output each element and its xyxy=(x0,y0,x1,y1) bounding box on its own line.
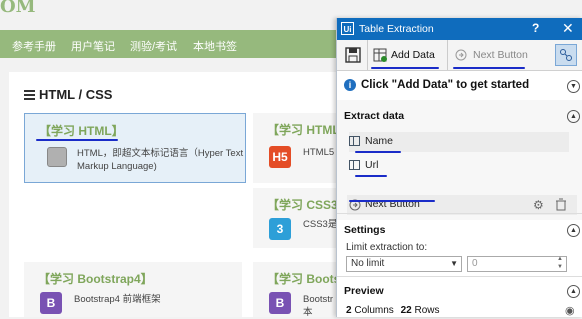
limit-label: Limit extraction to: xyxy=(346,242,428,253)
list-icon xyxy=(24,90,35,100)
preview-header: Preview xyxy=(344,285,384,297)
chevron-up-icon[interactable]: ▲ xyxy=(567,285,580,298)
annotation-underline xyxy=(355,175,387,177)
gear-icon[interactable]: ⚙ xyxy=(533,198,544,212)
save-icon[interactable] xyxy=(345,47,361,63)
panel-title: Table Extraction xyxy=(359,23,434,35)
help-button[interactable]: ? xyxy=(532,21,539,35)
card-desc: HTML，即超文本标记语言（Hyper Text xyxy=(77,148,244,159)
nav-reference[interactable]: 参考手册 xyxy=(12,38,56,54)
nav-user-notes[interactable]: 用户笔记 xyxy=(71,38,115,54)
annotation-underline xyxy=(371,67,439,69)
columns-count: 2 xyxy=(346,305,352,316)
spinner-icon: ▲ ▼ xyxy=(557,256,563,270)
field-next-button[interactable]: Next Button ⚙ xyxy=(347,195,577,215)
toolbar-divider xyxy=(367,40,368,70)
chevron-down-icon[interactable]: ▼ xyxy=(567,80,580,93)
preview-stats: 2 Columns 22 Rows xyxy=(346,305,440,316)
chevron-up-icon[interactable]: ▲ xyxy=(567,110,580,123)
nav-quiz[interactable]: 测验/考试 xyxy=(130,38,177,54)
card-desc: Bootstrap4 前端框架 xyxy=(74,294,161,305)
limit-number-input[interactable]: 0 ▲ ▼ xyxy=(467,256,567,272)
card-desc-2: 本 xyxy=(303,307,313,318)
extract-data-header: Extract data xyxy=(344,110,405,122)
card-title: 【学习 CSS3 xyxy=(267,198,338,212)
limit-select-value: No limit xyxy=(351,258,385,269)
field-url[interactable]: Url xyxy=(349,156,569,176)
rows-label: Rows xyxy=(414,305,440,316)
card-title: 【学习 Bootstrap4】 xyxy=(38,272,153,286)
field-label: Name xyxy=(365,135,394,147)
next-arrow-icon[interactable] xyxy=(455,49,467,61)
eye-icon[interactable]: ◉ xyxy=(565,304,575,317)
rows-count: 22 xyxy=(400,305,412,316)
add-data-button[interactable]: Add Data xyxy=(391,49,435,61)
limit-select[interactable]: No limit ▼ xyxy=(346,256,462,272)
preview-section: Preview ▲ 2 Columns 22 Rows ◉ xyxy=(337,276,582,318)
columns-label: Columns xyxy=(354,305,394,316)
trash-icon[interactable] xyxy=(555,198,567,211)
html5-icon: H5 xyxy=(269,146,291,168)
toolbar-divider xyxy=(447,40,448,70)
extract-data-section: Extract data ▲ Name Url Next Button ⚙ xyxy=(337,100,582,220)
card-learn-bootstrap5[interactable]: 【学习 Boots B Bootstr 本 xyxy=(253,262,341,318)
close-button[interactable]: ✕ xyxy=(562,20,574,37)
card-learn-html5[interactable]: 【学习 HTML H5 HTML5 xyxy=(253,113,340,183)
panel-titlebar: Ui Table Extraction ? ✕ xyxy=(337,18,582,40)
next-button-toolbar[interactable]: Next Button xyxy=(473,49,528,61)
correlate-button[interactable] xyxy=(555,44,577,66)
card-desc-2: Markup Language) xyxy=(77,161,157,172)
card-title: 【学习 HTML xyxy=(267,123,340,137)
chevron-up-icon[interactable]: ▲ xyxy=(567,224,580,237)
table-column-icon xyxy=(349,160,360,170)
field-name[interactable]: Name xyxy=(349,132,569,152)
card-desc: CSS3是 xyxy=(303,219,338,230)
table-column-icon xyxy=(349,136,360,146)
field-label: Url xyxy=(365,159,379,171)
annotation-underline xyxy=(355,151,401,153)
hint-bar: i Click "Add Data" to get started ▼ xyxy=(337,72,582,101)
correlate-icon xyxy=(560,49,572,61)
annotation-underline xyxy=(349,200,435,202)
card-learn-css3[interactable]: 【学习 CSS3 3 CSS3是 xyxy=(253,188,338,248)
settings-section: Settings ▲ Limit extraction to: No limit… xyxy=(337,213,582,274)
add-data-icon[interactable] xyxy=(373,48,387,62)
card-learn-html[interactable]: 【学习 HTML】 HTML，即超文本标记语言（Hyper Text Marku… xyxy=(24,113,246,183)
settings-header: Settings xyxy=(344,224,386,236)
card-desc: HTML5 xyxy=(303,147,335,158)
site-logo[interactable]: OM xyxy=(0,0,36,17)
card-learn-bootstrap4[interactable]: 【学习 Bootstrap4】 B Bootstrap4 前端框架 xyxy=(24,262,242,317)
card-title: 【学习 Boots xyxy=(267,272,341,286)
section-title-text: HTML / CSS xyxy=(39,87,113,102)
html-book-icon xyxy=(47,147,67,167)
section-title: HTML / CSS xyxy=(24,87,112,102)
css3-icon: 3 xyxy=(269,218,291,240)
card-desc: Bootstr xyxy=(303,294,334,305)
info-icon: i xyxy=(344,79,356,91)
annotation-underline xyxy=(36,139,118,141)
bootstrap-icon: B xyxy=(269,292,291,314)
dropdown-arrow-icon: ▼ xyxy=(450,259,458,268)
table-extraction-panel: Ui Table Extraction ? ✕ Add Data Next Bu… xyxy=(336,18,582,317)
annotation-underline xyxy=(453,67,525,69)
card-title: 【学习 HTML】 xyxy=(39,124,124,138)
hint-text: Click "Add Data" to get started xyxy=(361,79,530,91)
uipath-logo-icon: Ui xyxy=(341,22,354,35)
limit-number-value: 0 xyxy=(472,258,478,269)
nav-bookmarks[interactable]: 本地书签 xyxy=(193,38,237,54)
bootstrap-icon: B xyxy=(40,292,62,314)
